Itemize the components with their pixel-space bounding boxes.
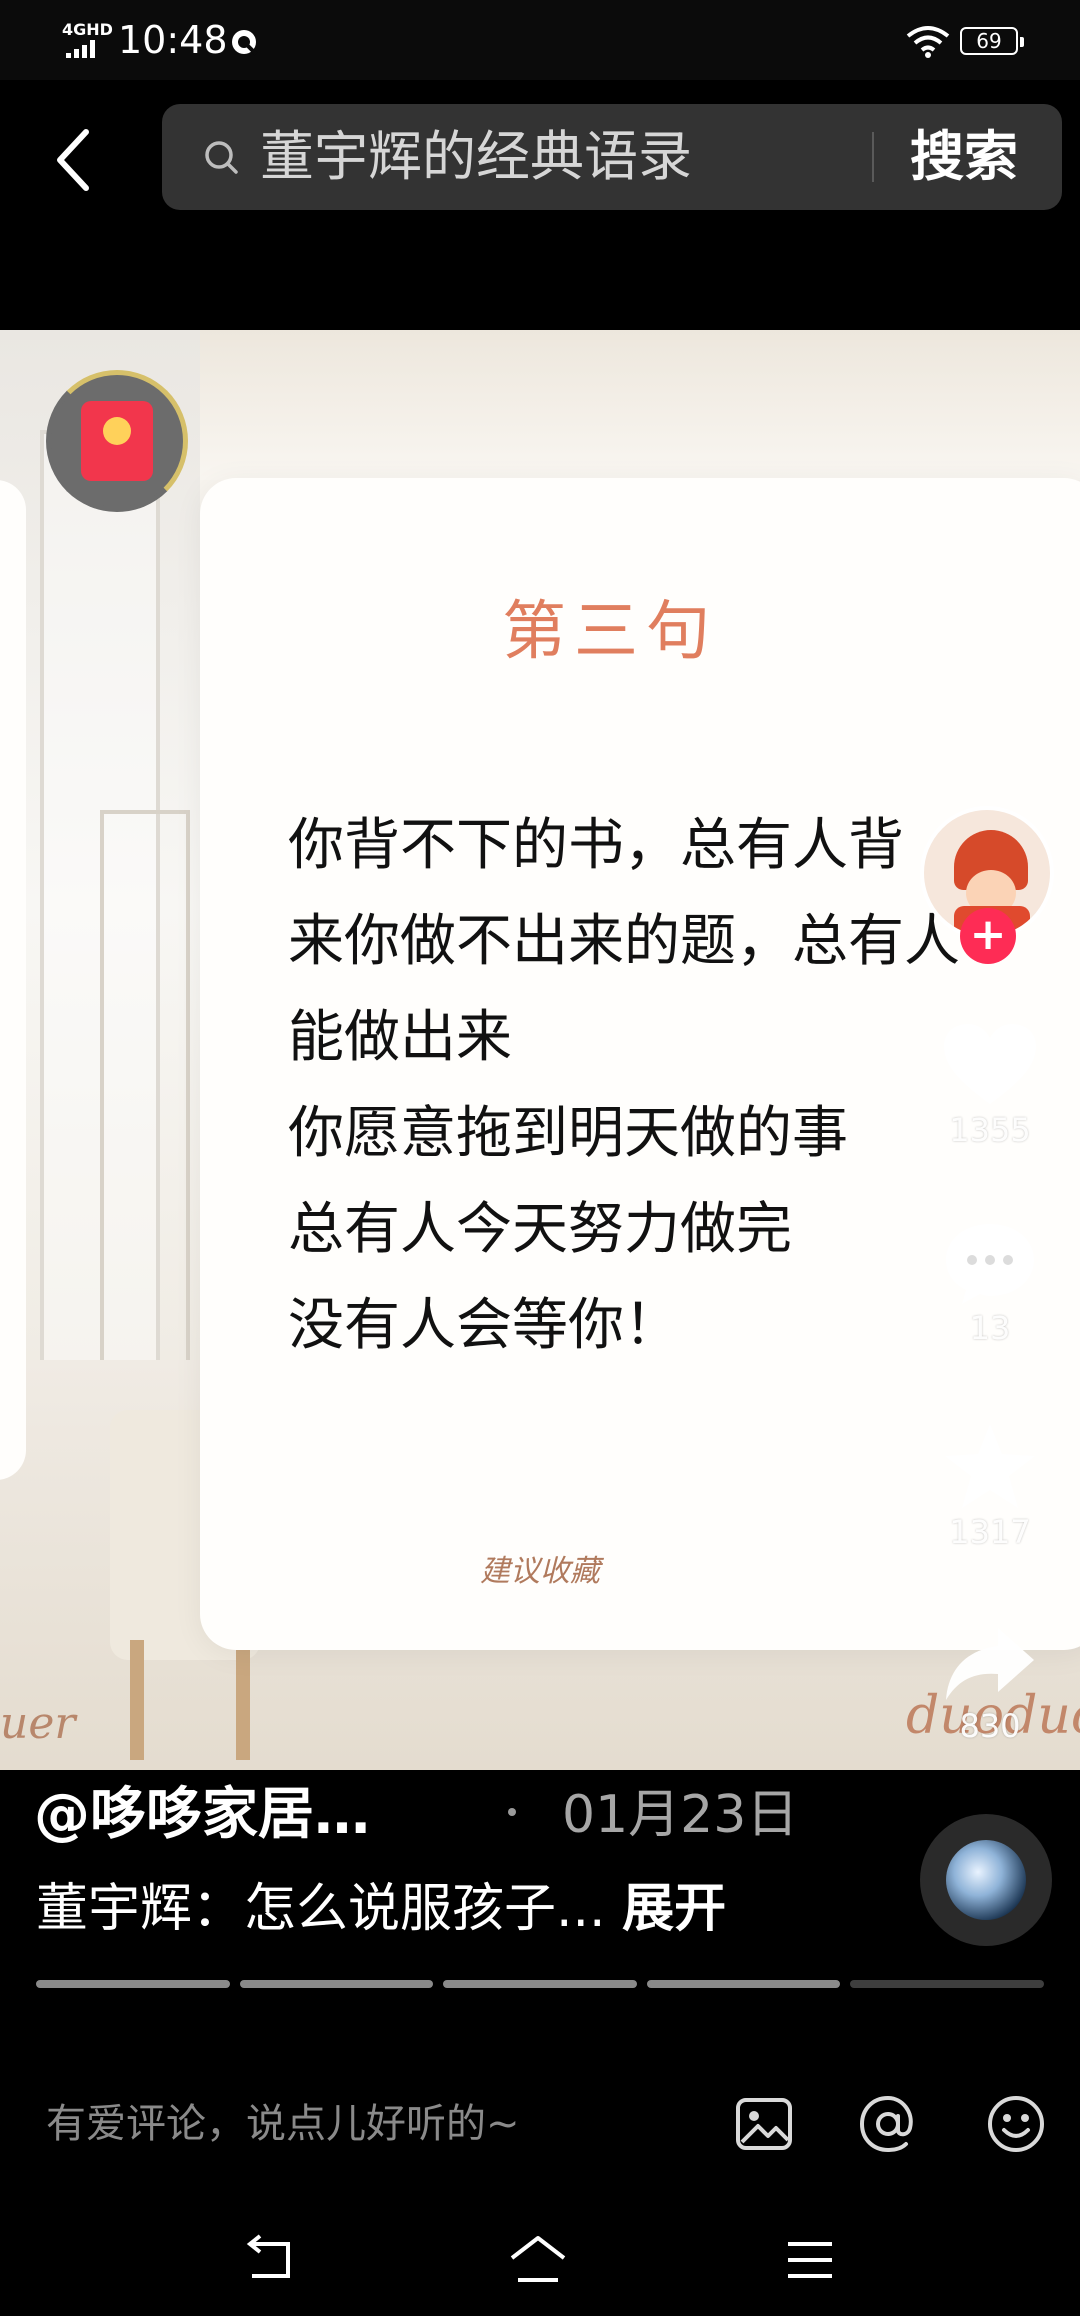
video-player[interactable]: 第三句 你背不下的书，总有人背 来你做不出来的题，总有人 能做出来 你愿意拖到明… — [0, 330, 1080, 1770]
status-bar: 4GHD 10:48 69 — [0, 0, 1080, 80]
search-header: 董宇辉的经典语录 搜索 — [0, 80, 1080, 330]
clock: 10:48 — [118, 18, 228, 62]
comment-bar: 有爱评论，说点儿好听的~ — [0, 2060, 1080, 2190]
emoji-icon[interactable] — [984, 2092, 1048, 2156]
search-button[interactable]: 搜索 — [910, 124, 1018, 190]
battery-icon: 69 — [960, 27, 1024, 55]
progress-segment — [646, 1980, 841, 1988]
nav-menu-icon[interactable] — [780, 2230, 840, 2290]
red-packet-icon[interactable] — [46, 370, 188, 512]
search-input[interactable]: 董宇辉的经典语录 搜索 — [162, 104, 1062, 210]
separator-dot — [508, 1808, 516, 1816]
search-icon — [205, 141, 238, 174]
favorite-button[interactable]: 1317 — [930, 1420, 1050, 1552]
like-count: 1355 — [949, 1111, 1031, 1149]
background-ceiling — [200, 330, 1080, 480]
heart-icon — [944, 1024, 1036, 1104]
description-text: 董宇辉：怎么说服孩子... — [36, 1879, 606, 1939]
like-button[interactable]: 1355 — [930, 1020, 1050, 1150]
author-name[interactable]: @哆哆家居… — [34, 1780, 370, 1850]
comment-input[interactable]: 有爱评论，说点儿好听的~ — [46, 2094, 520, 2154]
progress-segment — [239, 1980, 434, 1988]
prev-card-edge — [0, 480, 26, 1480]
comment-icon — [946, 1224, 1034, 1304]
mention-icon[interactable] — [856, 2092, 920, 2156]
carousel-progress — [36, 1980, 1044, 1990]
signal-icon — [66, 40, 106, 58]
nav-back-icon[interactable] — [238, 2230, 298, 2290]
watermark-left: uer — [0, 1698, 76, 1749]
nav-home-icon[interactable] — [508, 2230, 568, 2290]
expand-link[interactable]: 展开 — [622, 1879, 726, 1939]
comment-button[interactable]: 13 — [930, 1218, 1050, 1348]
star-icon — [945, 1424, 1035, 1508]
post-info: @哆哆家居… 01月23日 董宇辉：怎么说服孩子... 展开 有爱评论，说点儿好… — [0, 1770, 1080, 2316]
favorite-count: 1317 — [949, 1513, 1031, 1551]
card-title: 第三句 — [502, 595, 718, 669]
progress-segment — [850, 1980, 1044, 1988]
follow-plus-button[interactable]: + — [960, 908, 1016, 964]
post-date: 01月23日 — [562, 1785, 799, 1845]
share-button[interactable]: 830 — [930, 1622, 1050, 1746]
comment-count: 13 — [969, 1309, 1011, 1347]
network-type: 4GHD — [62, 20, 113, 39]
share-count: 830 — [959, 1707, 1021, 1745]
music-disc-icon[interactable] — [920, 1814, 1052, 1946]
search-divider — [872, 132, 874, 182]
progress-segment — [443, 1980, 637, 1988]
notification-q-icon — [232, 30, 258, 56]
system-nav-bar — [0, 2206, 1080, 2316]
search-query: 董宇辉的经典语录 — [260, 125, 692, 188]
share-icon — [946, 1628, 1034, 1700]
card-footnote: 建议收藏 — [480, 1554, 600, 1589]
image-icon[interactable] — [732, 2092, 796, 2156]
post-description[interactable]: 董宇辉：怎么说服孩子... 展开 — [36, 1874, 726, 1944]
progress-segment — [36, 1980, 230, 1988]
wifi-icon — [906, 26, 950, 58]
back-icon[interactable] — [44, 120, 104, 200]
